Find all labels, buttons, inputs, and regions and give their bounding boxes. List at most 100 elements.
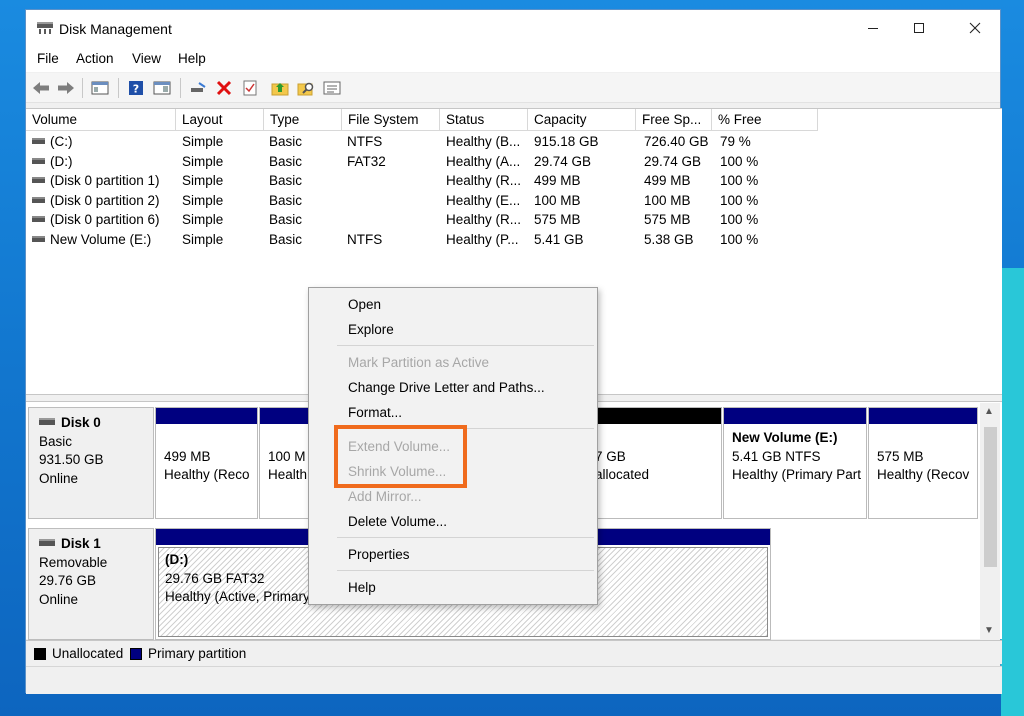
scrollbar-thumb[interactable] — [984, 427, 997, 567]
menu-item-properties[interactable]: Properties — [348, 547, 410, 562]
cell-volume: (D:) — [50, 153, 73, 169]
folder-arrow-icon[interactable] — [270, 78, 290, 98]
menu-action[interactable]: Action — [76, 51, 114, 66]
disk-icon — [39, 538, 55, 546]
menu-item-delete-volume[interactable]: Delete Volume... — [348, 514, 447, 529]
table-row[interactable]: (C:) Simple Basic NTFS Healthy (B... 915… — [26, 133, 1002, 153]
back-arrow-icon[interactable] — [31, 78, 51, 98]
cell-capacity: 915.18 GB — [534, 134, 599, 149]
column-header-type[interactable]: Type — [264, 109, 342, 131]
title-bar[interactable]: Disk Management — [26, 10, 1000, 48]
cell-free-space: 29.74 GB — [644, 153, 702, 169]
volume-icon — [32, 216, 45, 223]
cell-status: Healthy (R... — [446, 173, 522, 188]
partition-block[interactable]: 499 MB Healthy (Reco — [155, 407, 258, 519]
menu-view[interactable]: View — [132, 51, 161, 66]
column-header-volume[interactable]: Volume — [26, 109, 176, 131]
disk-state: Online — [39, 470, 79, 486]
minimize-icon — [867, 22, 879, 37]
table-row[interactable]: (Disk 0 partition 2) Simple Basic Health… — [26, 192, 1002, 212]
scroll-down-icon[interactable]: ▼ — [984, 625, 994, 636]
table-row[interactable]: New Volume (E:) Simple Basic NTFS Health… — [26, 231, 1002, 251]
partition-title — [595, 429, 713, 448]
cell-type: Basic — [269, 134, 303, 149]
cell-free-space: 499 MB — [644, 173, 691, 188]
column-header-file-system[interactable]: File System — [342, 109, 440, 131]
cell-layout: Simple — [182, 153, 224, 169]
minimize-button[interactable] — [850, 10, 896, 48]
console-tree-icon[interactable] — [90, 78, 110, 98]
partition-size: 499 MB — [164, 448, 211, 464]
unallocated-swatch — [34, 648, 46, 660]
close-icon — [969, 22, 981, 37]
cell-type: Basic — [269, 153, 303, 169]
column-header-percent-free[interactable]: % Free — [712, 109, 818, 131]
menu-bar: File Action View Help — [26, 48, 1000, 72]
partition-block[interactable]: 575 MB Healthy (Recov — [868, 407, 978, 519]
maximize-button[interactable] — [896, 10, 942, 48]
search-folder-icon[interactable] — [296, 78, 316, 98]
cell-volume: New Volume (E:) — [50, 231, 152, 247]
table-row[interactable]: (Disk 0 partition 6) Simple Basic Health… — [26, 211, 1002, 231]
legend-unallocated: Unallocated — [52, 646, 124, 661]
table-row[interactable]: (D:) Simple Basic FAT32 Healthy (A... 29… — [26, 153, 1002, 173]
menu-file[interactable]: File — [37, 51, 59, 66]
properties-check-icon[interactable] — [240, 78, 260, 98]
menu-item-format[interactable]: Format... — [348, 405, 402, 420]
cell-status: Healthy (P... — [446, 231, 519, 247]
menu-separator — [337, 570, 594, 571]
menu-item-open[interactable]: Open — [348, 297, 381, 312]
desktop-background — [1001, 268, 1024, 716]
menu-item-help[interactable]: Help — [348, 580, 376, 595]
disk-size: 29.76 GB — [39, 573, 97, 588]
menu-item-add-mirror: Add Mirror... — [348, 489, 422, 504]
cell-percent-free: 79 % — [720, 134, 751, 149]
cell-layout: Simple — [182, 212, 224, 227]
connect-drive-icon[interactable] — [188, 78, 208, 98]
show-hide-icon[interactable] — [152, 78, 172, 98]
close-button[interactable] — [952, 10, 998, 48]
partition-status: allocated — [595, 467, 650, 482]
menu-help[interactable]: Help — [178, 51, 206, 66]
toolbar-separator — [180, 78, 181, 98]
cell-file-system: FAT32 — [347, 153, 386, 169]
partition-status: Healthy (Recov — [877, 467, 970, 482]
cell-percent-free: 100 % — [720, 173, 759, 188]
cell-volume: (Disk 0 partition 2) — [50, 192, 160, 208]
partition-bar — [587, 408, 721, 424]
status-bar — [26, 666, 1002, 694]
partition-block-new-volume[interactable]: New Volume (E:) 5.41 GB NTFS Healthy (Pr… — [723, 407, 867, 519]
volume-icon — [32, 235, 45, 242]
vertical-scrollbar[interactable]: ▲ ▼ — [980, 403, 1000, 639]
menu-item-mark-partition-active: Mark Partition as Active — [348, 355, 490, 370]
toolbar: ? — [26, 73, 1000, 103]
table-row[interactable]: (Disk 0 partition 1) Simple Basic Health… — [26, 172, 1002, 192]
cell-layout: Simple — [182, 173, 224, 188]
scroll-up-icon[interactable]: ▲ — [984, 406, 994, 417]
forward-arrow-icon[interactable] — [56, 78, 76, 98]
cell-capacity: 29.74 GB — [534, 153, 592, 169]
cell-percent-free: 100 % — [720, 212, 759, 227]
column-header-layout[interactable]: Layout — [176, 109, 264, 131]
disk-management-icon — [36, 20, 54, 36]
disk-state: Online — [39, 591, 79, 607]
list-view-icon[interactable] — [322, 78, 342, 98]
delete-red-x-icon[interactable] — [214, 78, 234, 98]
cell-type: Basic — [269, 173, 303, 188]
column-header-free-space[interactable]: Free Sp... — [636, 109, 712, 131]
menu-item-change-drive-letter[interactable]: Change Drive Letter and Paths... — [348, 380, 545, 395]
cell-status: Healthy (A... — [446, 153, 521, 169]
disk-0-label[interactable]: Disk 0 Basic 931.50 GB Online — [28, 407, 154, 519]
cell-type: Basic — [269, 192, 303, 208]
volume-icon — [32, 157, 45, 164]
disk-1-label[interactable]: Disk 1 Removable 29.76 GB Online — [28, 528, 154, 640]
cell-percent-free: 100 % — [720, 153, 759, 169]
partition-bar — [724, 408, 866, 424]
volume-icon — [32, 177, 45, 184]
column-header-status[interactable]: Status — [440, 109, 528, 131]
disk-name: Disk 1 — [61, 536, 101, 551]
menu-item-explore[interactable]: Explore — [348, 322, 394, 337]
partition-block-unallocated[interactable]: 7 GB allocated — [586, 407, 722, 519]
help-icon[interactable]: ? — [126, 78, 146, 98]
column-header-capacity[interactable]: Capacity — [528, 109, 636, 131]
